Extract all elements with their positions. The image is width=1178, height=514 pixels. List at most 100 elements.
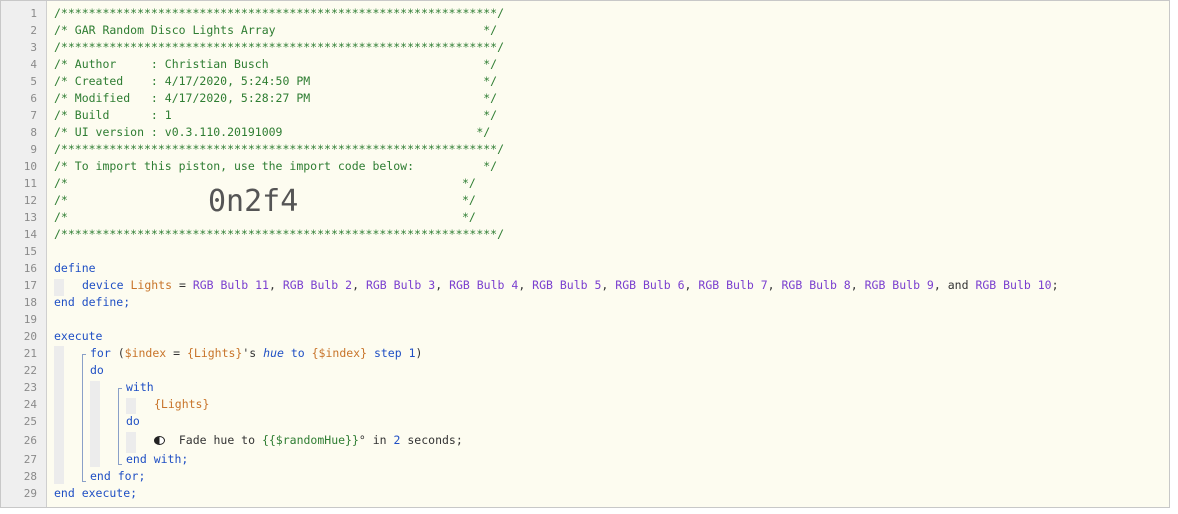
- line-number: 19: [23, 313, 37, 326]
- code-line[interactable]: 5 /* Created : 4/17/2020, 5:24:50 PM */: [1, 73, 1169, 90]
- code-line[interactable]: 6 /* Modified : 4/17/2020, 5:28:27 PM */: [1, 90, 1169, 107]
- end-for-keyword[interactable]: end for;: [90, 468, 145, 485]
- code-line[interactable]: 9 /**************************************…: [1, 141, 1169, 158]
- code-line[interactable]: 17 device Lights = RGB Bulb 11, RGB Bulb …: [1, 277, 1169, 294]
- code-lines: 1 /**************************************…: [1, 5, 1169, 502]
- random-hue-expression: {{$randomHue}}: [261, 433, 359, 447]
- device-name: RGB Bulb 11: [192, 278, 269, 292]
- line-number: 2: [30, 24, 37, 37]
- line-number: 22: [23, 364, 37, 377]
- comment-open: /*: [54, 210, 68, 224]
- line-number: 21: [23, 347, 37, 360]
- device-name: RGB Bulb 8: [781, 278, 851, 292]
- code-line[interactable]: 3 /**************************************…: [1, 39, 1169, 56]
- device-definition[interactable]: device Lights = RGB Bulb 11, RGB Bulb 2,…: [82, 277, 1059, 294]
- with-keyword[interactable]: with: [126, 379, 154, 396]
- header-border: /***************************************…: [54, 6, 505, 20]
- line-number: 27: [23, 453, 37, 466]
- line-number: 28: [23, 470, 37, 483]
- code-line[interactable]: 24 {Lights}: [1, 396, 1169, 413]
- device-name: RGB Bulb 9: [864, 278, 934, 292]
- header-modified: /* Modified : 4/17/2020, 5:28:27 PM */: [54, 91, 498, 105]
- device-name: RGB Bulb 5: [532, 278, 602, 292]
- code-line[interactable]: 13 /* */: [1, 209, 1169, 226]
- code-line[interactable]: 27 end with;: [1, 451, 1169, 468]
- and-keyword: and: [947, 278, 969, 292]
- code-line[interactable]: 23 with: [1, 379, 1169, 396]
- inner-do-keyword[interactable]: do: [126, 413, 140, 430]
- for-statement[interactable]: for ($index = {Lights}'s hue to {$index}…: [90, 345, 422, 362]
- code-line[interactable]: 4 /* Author : Christian Busch */: [1, 56, 1169, 73]
- end-with-keyword[interactable]: end with;: [126, 451, 188, 468]
- code-line[interactable]: 29 end execute;: [1, 485, 1169, 502]
- line-number: 23: [23, 381, 37, 394]
- index-reference: {$index}: [311, 346, 368, 360]
- header-border: /***************************************…: [54, 40, 505, 54]
- code-line[interactable]: 28 end for;: [1, 468, 1169, 485]
- comment-open: /*: [54, 176, 68, 190]
- device-name: RGB Bulb 3: [365, 278, 436, 292]
- execute-keyword[interactable]: execute: [54, 328, 102, 345]
- line-number: 5: [30, 75, 37, 88]
- line-number: 20: [23, 330, 37, 343]
- comment-open: /*: [54, 193, 68, 207]
- line-number: 10: [23, 160, 37, 173]
- header-border: /***************************************…: [54, 142, 505, 156]
- code-line[interactable]: 1 /**************************************…: [1, 5, 1169, 22]
- line-number: 26: [23, 434, 37, 447]
- line-number: 9: [30, 143, 37, 156]
- code-line[interactable]: 14 /*************************************…: [1, 226, 1169, 243]
- header-import-note: /* To import this piston, use the import…: [54, 159, 498, 173]
- index-variable: $index: [124, 346, 167, 360]
- line-number: 1: [30, 7, 37, 20]
- code-line[interactable]: 20 execute: [1, 328, 1169, 345]
- hue-attribute: hue: [263, 346, 284, 360]
- code-line[interactable]: 19: [1, 311, 1169, 328]
- code-line[interactable]: 16 define: [1, 260, 1169, 277]
- line-number: 15: [23, 245, 37, 258]
- code-line[interactable]: 12/* 0n2f4 */: [1, 187, 1169, 217]
- header-build: /* Build : 1 */: [54, 108, 498, 122]
- code-line[interactable]: 8 /* UI version : v0.3.110.20191009 */: [1, 124, 1169, 141]
- end-execute-keyword[interactable]: end execute;: [54, 485, 137, 502]
- code-line[interactable]: 18 end define;: [1, 294, 1169, 311]
- code-line[interactable]: 25 do: [1, 413, 1169, 430]
- header-title: /* GAR Random Disco Lights Array */: [54, 23, 498, 37]
- header-author: /* Author : Christian Busch */: [54, 57, 498, 71]
- comment-close: */: [462, 193, 476, 207]
- line-number: 14: [23, 228, 37, 241]
- line-number: 16: [23, 262, 37, 275]
- code-line[interactable]: 11 /* */: [1, 175, 1169, 192]
- header-ui-version: /* UI version : v0.3.110.20191009 */: [54, 125, 491, 139]
- device-name: RGB Bulb 10: [975, 278, 1052, 292]
- code-line[interactable]: 22 do: [1, 362, 1169, 379]
- device-name: RGB Bulb 6: [615, 278, 685, 292]
- code-line[interactable]: 15: [1, 243, 1169, 260]
- line-number: 29: [23, 487, 37, 500]
- code-line[interactable]: 21 for ($index = {Lights}'s hue to {$inde…: [1, 345, 1169, 362]
- code-line[interactable]: 7 /* Build : 1 */: [1, 107, 1169, 124]
- lights-reference: {Lights}: [186, 346, 243, 360]
- with-lights-reference[interactable]: {Lights}: [154, 396, 209, 413]
- do-keyword[interactable]: do: [90, 362, 104, 379]
- device-name: RGB Bulb 7: [698, 278, 768, 292]
- code-line[interactable]: 2 /* GAR Random Disco Lights Array */: [1, 22, 1169, 39]
- header-border: /***************************************…: [54, 227, 505, 241]
- comment-close: */: [462, 210, 476, 224]
- line-number: 6: [30, 92, 37, 105]
- fade-hue-task[interactable]: Fade hue to {{$randomHue}}° in 2 seconds…: [154, 430, 463, 451]
- task-command-icon: [154, 436, 165, 445]
- line-number: 17: [23, 279, 37, 292]
- line-number: 7: [30, 109, 37, 122]
- device-name: RGB Bulb 4: [449, 278, 519, 292]
- line-number: 24: [23, 398, 37, 411]
- line-number: 4: [30, 58, 37, 71]
- code-line[interactable]: 26 Fade hue to {{$randomHue}}° in 2 seco…: [1, 430, 1169, 451]
- line-number: 13: [23, 211, 37, 224]
- end-define-keyword[interactable]: end define;: [54, 294, 130, 311]
- variable-name: Lights: [130, 278, 173, 292]
- line-number: 25: [23, 415, 37, 428]
- device-name: RGB Bulb 2: [282, 278, 353, 292]
- code-line[interactable]: 10 /* To import this piston, use the impo…: [1, 158, 1169, 175]
- define-keyword[interactable]: define: [54, 260, 96, 277]
